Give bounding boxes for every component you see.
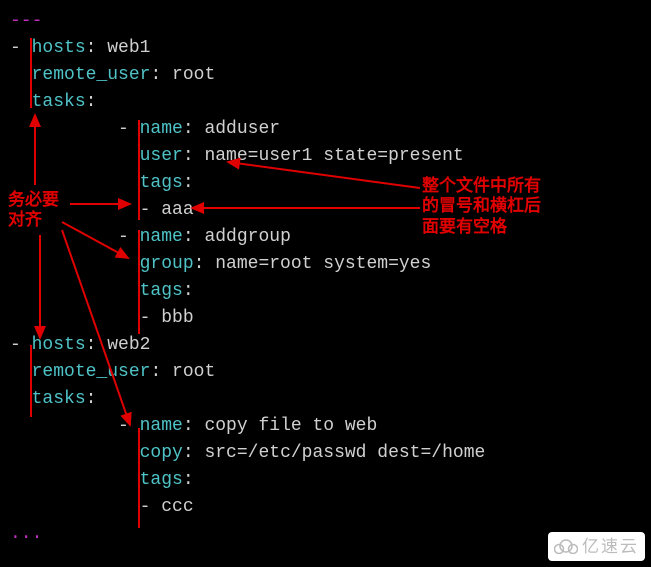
annotation-text: 面要有空格 [422,217,541,237]
key-user: user [140,146,183,166]
val-remote-user: root [172,65,215,85]
yaml-doc-start: --- [10,11,42,31]
cloud-icon [554,538,578,554]
key-name: name [140,119,183,139]
key-remote-user: remote_user [32,65,151,85]
annotation-text: 的冒号和横杠后 [422,196,541,216]
annotation-text: 整个文件中所有 [422,176,541,196]
key-tags: tags [140,470,183,490]
align-bar [30,38,32,108]
val-hosts: web2 [107,335,150,355]
yaml-code-block: --- - hosts: web1 remote_user: root task… [0,0,651,556]
annotation-space: 整个文件中所有 的冒号和横杠后 面要有空格 [422,176,541,237]
key-tasks: tasks [32,92,86,112]
key-copy: copy [140,443,183,463]
val-tag: aaa [161,200,193,220]
key-name: name [140,416,183,436]
align-bar [30,345,32,417]
align-bar [138,120,140,220]
val-user: name=user1 state=present [204,146,463,166]
watermark: 亿速云 [548,532,645,562]
key-tags: tags [140,173,183,193]
key-hosts: hosts [32,38,86,58]
annotation-text: 务必要 [8,190,59,210]
val-group: name=root system=yes [215,254,431,274]
annotation-text: 对齐 [8,210,59,230]
val-remote-user: root [172,362,215,382]
val-name: addgroup [204,227,290,247]
key-hosts: hosts [32,335,86,355]
val-copy: src=/etc/passwd dest=/home [204,443,485,463]
val-name: copy file to web [204,416,377,436]
align-bar [138,428,140,528]
watermark-text: 亿速云 [582,534,639,560]
val-tag: ccc [161,497,193,517]
val-tag: bbb [161,308,193,328]
val-name: adduser [204,119,280,139]
annotation-align: 务必要 对齐 [8,190,59,231]
key-remote-user: remote_user [32,362,151,382]
align-bar [138,230,140,334]
key-tasks: tasks [32,389,86,409]
val-hosts: web1 [107,38,150,58]
key-group: group [140,254,194,274]
key-tags: tags [140,281,183,301]
yaml-doc-end: ... [10,524,42,544]
key-name: name [140,227,183,247]
